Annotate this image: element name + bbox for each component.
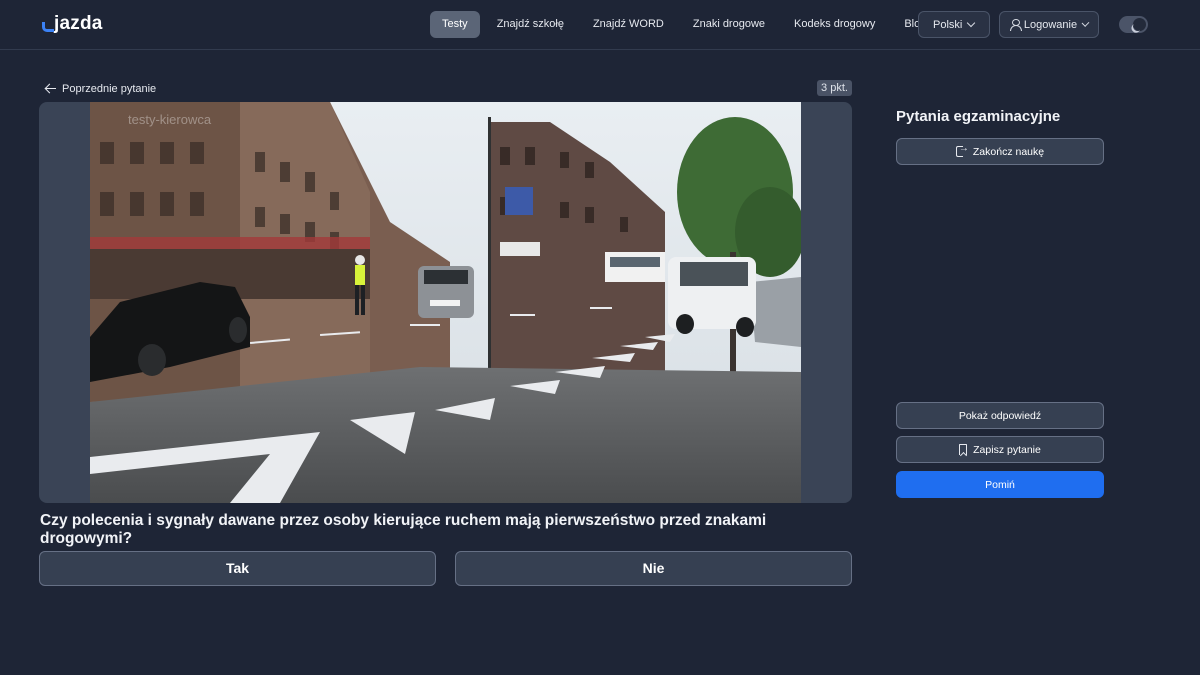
image-watermark: testy-kierowca [128,112,212,127]
question-media-frame: testy-kierowca [39,102,852,503]
show-answer-button[interactable]: Pokaż odpowiedź [896,402,1104,429]
login-label: Logowanie [1023,18,1078,31]
language-select[interactable]: Polski [918,11,990,38]
answer-yes-button[interactable]: Tak [39,551,436,586]
answer-no-button[interactable]: Nie [455,551,852,586]
language-label: Polski [933,18,963,31]
logo-mark-icon [42,15,54,33]
finish-learning-button[interactable]: Zakończ naukę [896,138,1104,165]
toggle-knob [1133,18,1146,31]
login-button[interactable]: Logowanie [999,11,1099,38]
nav-item-znaki-drogowe[interactable]: Znaki drogowe [681,11,777,38]
finish-learning-label: Zakończ naukę [972,145,1045,158]
save-question-button[interactable]: Zapisz pytanie [896,436,1104,463]
arrow-left-icon [45,84,56,94]
top-navbar: jazda Testy Znajdź szkołę Znajdź WORD Zn… [0,0,1200,50]
bookmark-icon [959,444,968,455]
site-logo[interactable]: jazda [42,12,103,36]
chevron-down-icon [1081,19,1090,27]
previous-question-link[interactable]: Poprzednie pytanie [45,81,156,96]
nav-item-znajdz-szkole[interactable]: Znajdź szkołę [485,11,576,38]
skip-label: Pomiń [985,478,1015,491]
show-answer-label: Pokaż odpowiedź [958,409,1042,422]
sidebar-title: Pytania egzaminacyjne [896,108,1061,125]
main-nav: Testy Znajdź szkołę Znajdź WORD Znaki dr… [430,11,943,38]
previous-question-label: Poprzednie pytanie [62,82,157,95]
save-question-label: Zapisz pytanie [973,443,1041,456]
white-van [668,257,756,337]
user-icon [1010,19,1022,31]
nav-item-kodeks-drogowy[interactable]: Kodeks drogowy [782,11,887,38]
grey-car [418,266,474,318]
logout-icon [955,143,969,157]
nav-item-znajdz-word[interactable]: Znajdź WORD [581,11,676,38]
question-text: Czy polecenia i sygnały dawane przez oso… [40,512,767,547]
question-image: testy-kierowca [90,102,801,503]
logo-text: jazda [54,13,103,34]
theme-toggle[interactable] [1119,16,1148,33]
moon-icon [1132,21,1144,33]
nav-item-testy[interactable]: Testy [430,11,480,38]
chevron-down-icon [967,18,976,28]
skip-button[interactable]: Pomiń [896,471,1104,498]
points-badge: 3 pkt. [817,80,852,96]
